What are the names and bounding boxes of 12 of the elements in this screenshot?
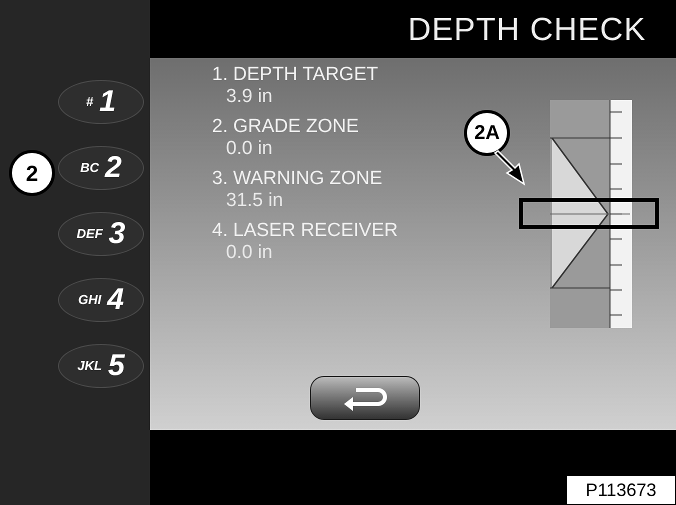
setting-label: 2. GRADE ZONE — [212, 116, 359, 138]
setting-value: 31.5 in — [225, 190, 284, 212]
setting-value: 3.9 in — [225, 86, 272, 108]
setting-value: 0.0 in — [225, 242, 272, 264]
setting-value: 0.0 in — [225, 138, 272, 160]
figure-id: P113673 — [566, 475, 676, 505]
screen-title: DEPTH CHECK — [408, 10, 646, 49]
setting-label: 3. WARNING ZONE — [212, 168, 382, 190]
setting-label: 4. LASER RECEIVER — [212, 220, 398, 242]
back-button[interactable] — [310, 376, 420, 420]
setting-label: 1. DEPTH TARGET — [212, 64, 378, 86]
keypad-key[interactable]: # 1 — [58, 80, 144, 124]
